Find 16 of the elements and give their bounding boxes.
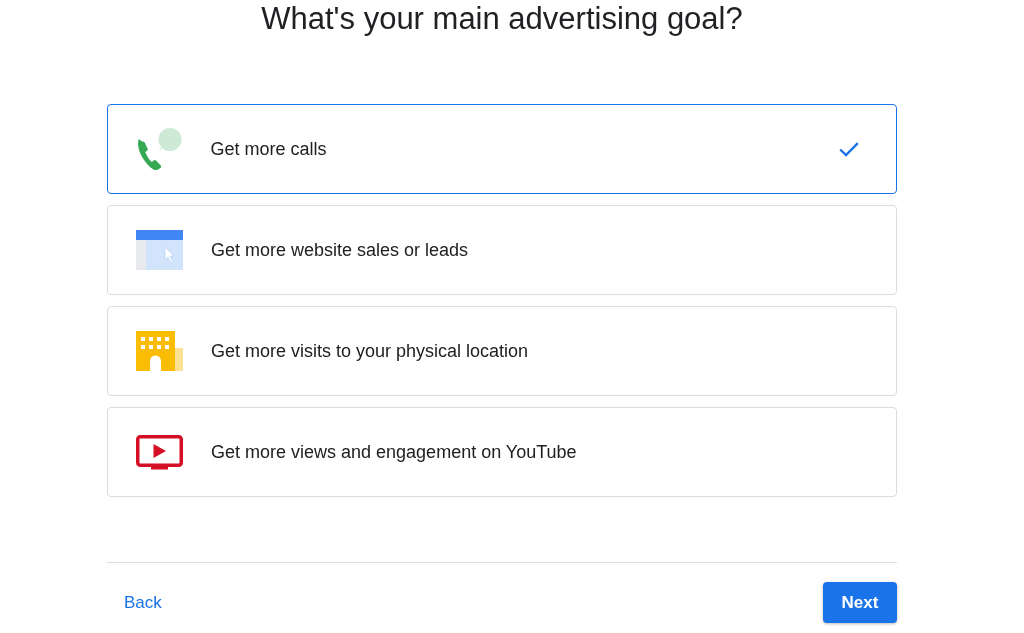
phone-with-speech-bubble-icon (135, 127, 183, 171)
goal-label: Get more views and engagement on YouTube (211, 441, 578, 463)
video-screen-play-icon (136, 434, 183, 470)
next-button[interactable]: Next (823, 582, 897, 623)
goal-option[interactable]: Get more calls (107, 104, 897, 194)
goal-option[interactable]: Get more website sales or leads (107, 205, 897, 295)
browser-window-cursor-icon (136, 230, 183, 270)
building-icon (136, 331, 183, 371)
goal-label: Get more calls (210, 138, 328, 160)
goal-option[interactable]: Get more visits to your physical location (107, 306, 897, 396)
check-icon (838, 141, 859, 157)
goal-label: Get more website sales or leads (211, 239, 470, 261)
page-heading: What's your main advertising goal? (260, 0, 744, 38)
back-button[interactable]: Back (107, 584, 178, 621)
goal-option[interactable]: Get more views and engagement on YouTube (107, 407, 897, 497)
goal-label: Get more visits to your physical location (211, 340, 530, 362)
